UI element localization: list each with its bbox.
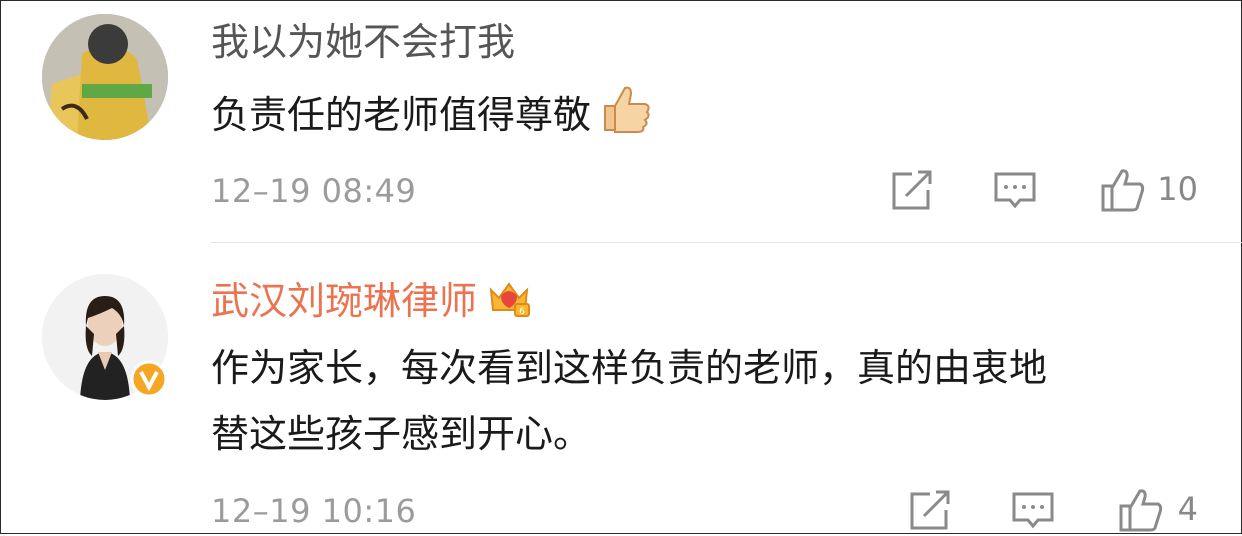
like-count: 4 bbox=[1177, 490, 1198, 528]
thumbs-up-emoji-icon bbox=[597, 84, 653, 145]
comment-reply-icon[interactable] bbox=[1010, 488, 1056, 532]
comment-text: 负责任的老师值得尊敬 bbox=[211, 84, 653, 145]
comment-item: 武汉刘琬琳律师 6 作为家长，每次看到这样负责的老师，真的由衷地 替这些孩子感到… bbox=[0, 244, 1242, 534]
verified-v-badge-icon bbox=[130, 360, 168, 402]
username-text[interactable]: 武汉刘琬琳律师 bbox=[211, 279, 477, 323]
username[interactable]: 我以为她不会打我 bbox=[211, 18, 515, 66]
like-count: 10 bbox=[1157, 170, 1198, 208]
username[interactable]: 武汉刘琬琳律师 6 bbox=[211, 276, 531, 329]
timestamp: 12–19 10:16 bbox=[211, 492, 417, 530]
comment-reply-icon[interactable] bbox=[992, 168, 1038, 212]
avatar[interactable] bbox=[42, 14, 168, 140]
like-thumb-icon[interactable] bbox=[1100, 168, 1146, 212]
svg-text:6: 6 bbox=[519, 307, 525, 317]
divider bbox=[211, 242, 1242, 243]
like-thumb-icon[interactable] bbox=[1118, 488, 1164, 532]
timestamp: 12–19 08:49 bbox=[211, 172, 417, 210]
comment-item: 我以为她不会打我 负责任的老师值得尊敬 12–19 08:49 10 bbox=[0, 0, 1242, 243]
share-icon[interactable] bbox=[890, 168, 936, 212]
share-icon[interactable] bbox=[908, 488, 954, 532]
vip-crown-icon: 6 bbox=[487, 276, 531, 329]
comment-text-content: 负责任的老师值得尊敬 bbox=[211, 93, 592, 137]
comment-text-line-1: 作为家长，每次看到这样负责的老师，真的由衷地 bbox=[211, 346, 1048, 390]
comment-text-line-2: 替这些孩子感到开心。 bbox=[211, 412, 592, 456]
